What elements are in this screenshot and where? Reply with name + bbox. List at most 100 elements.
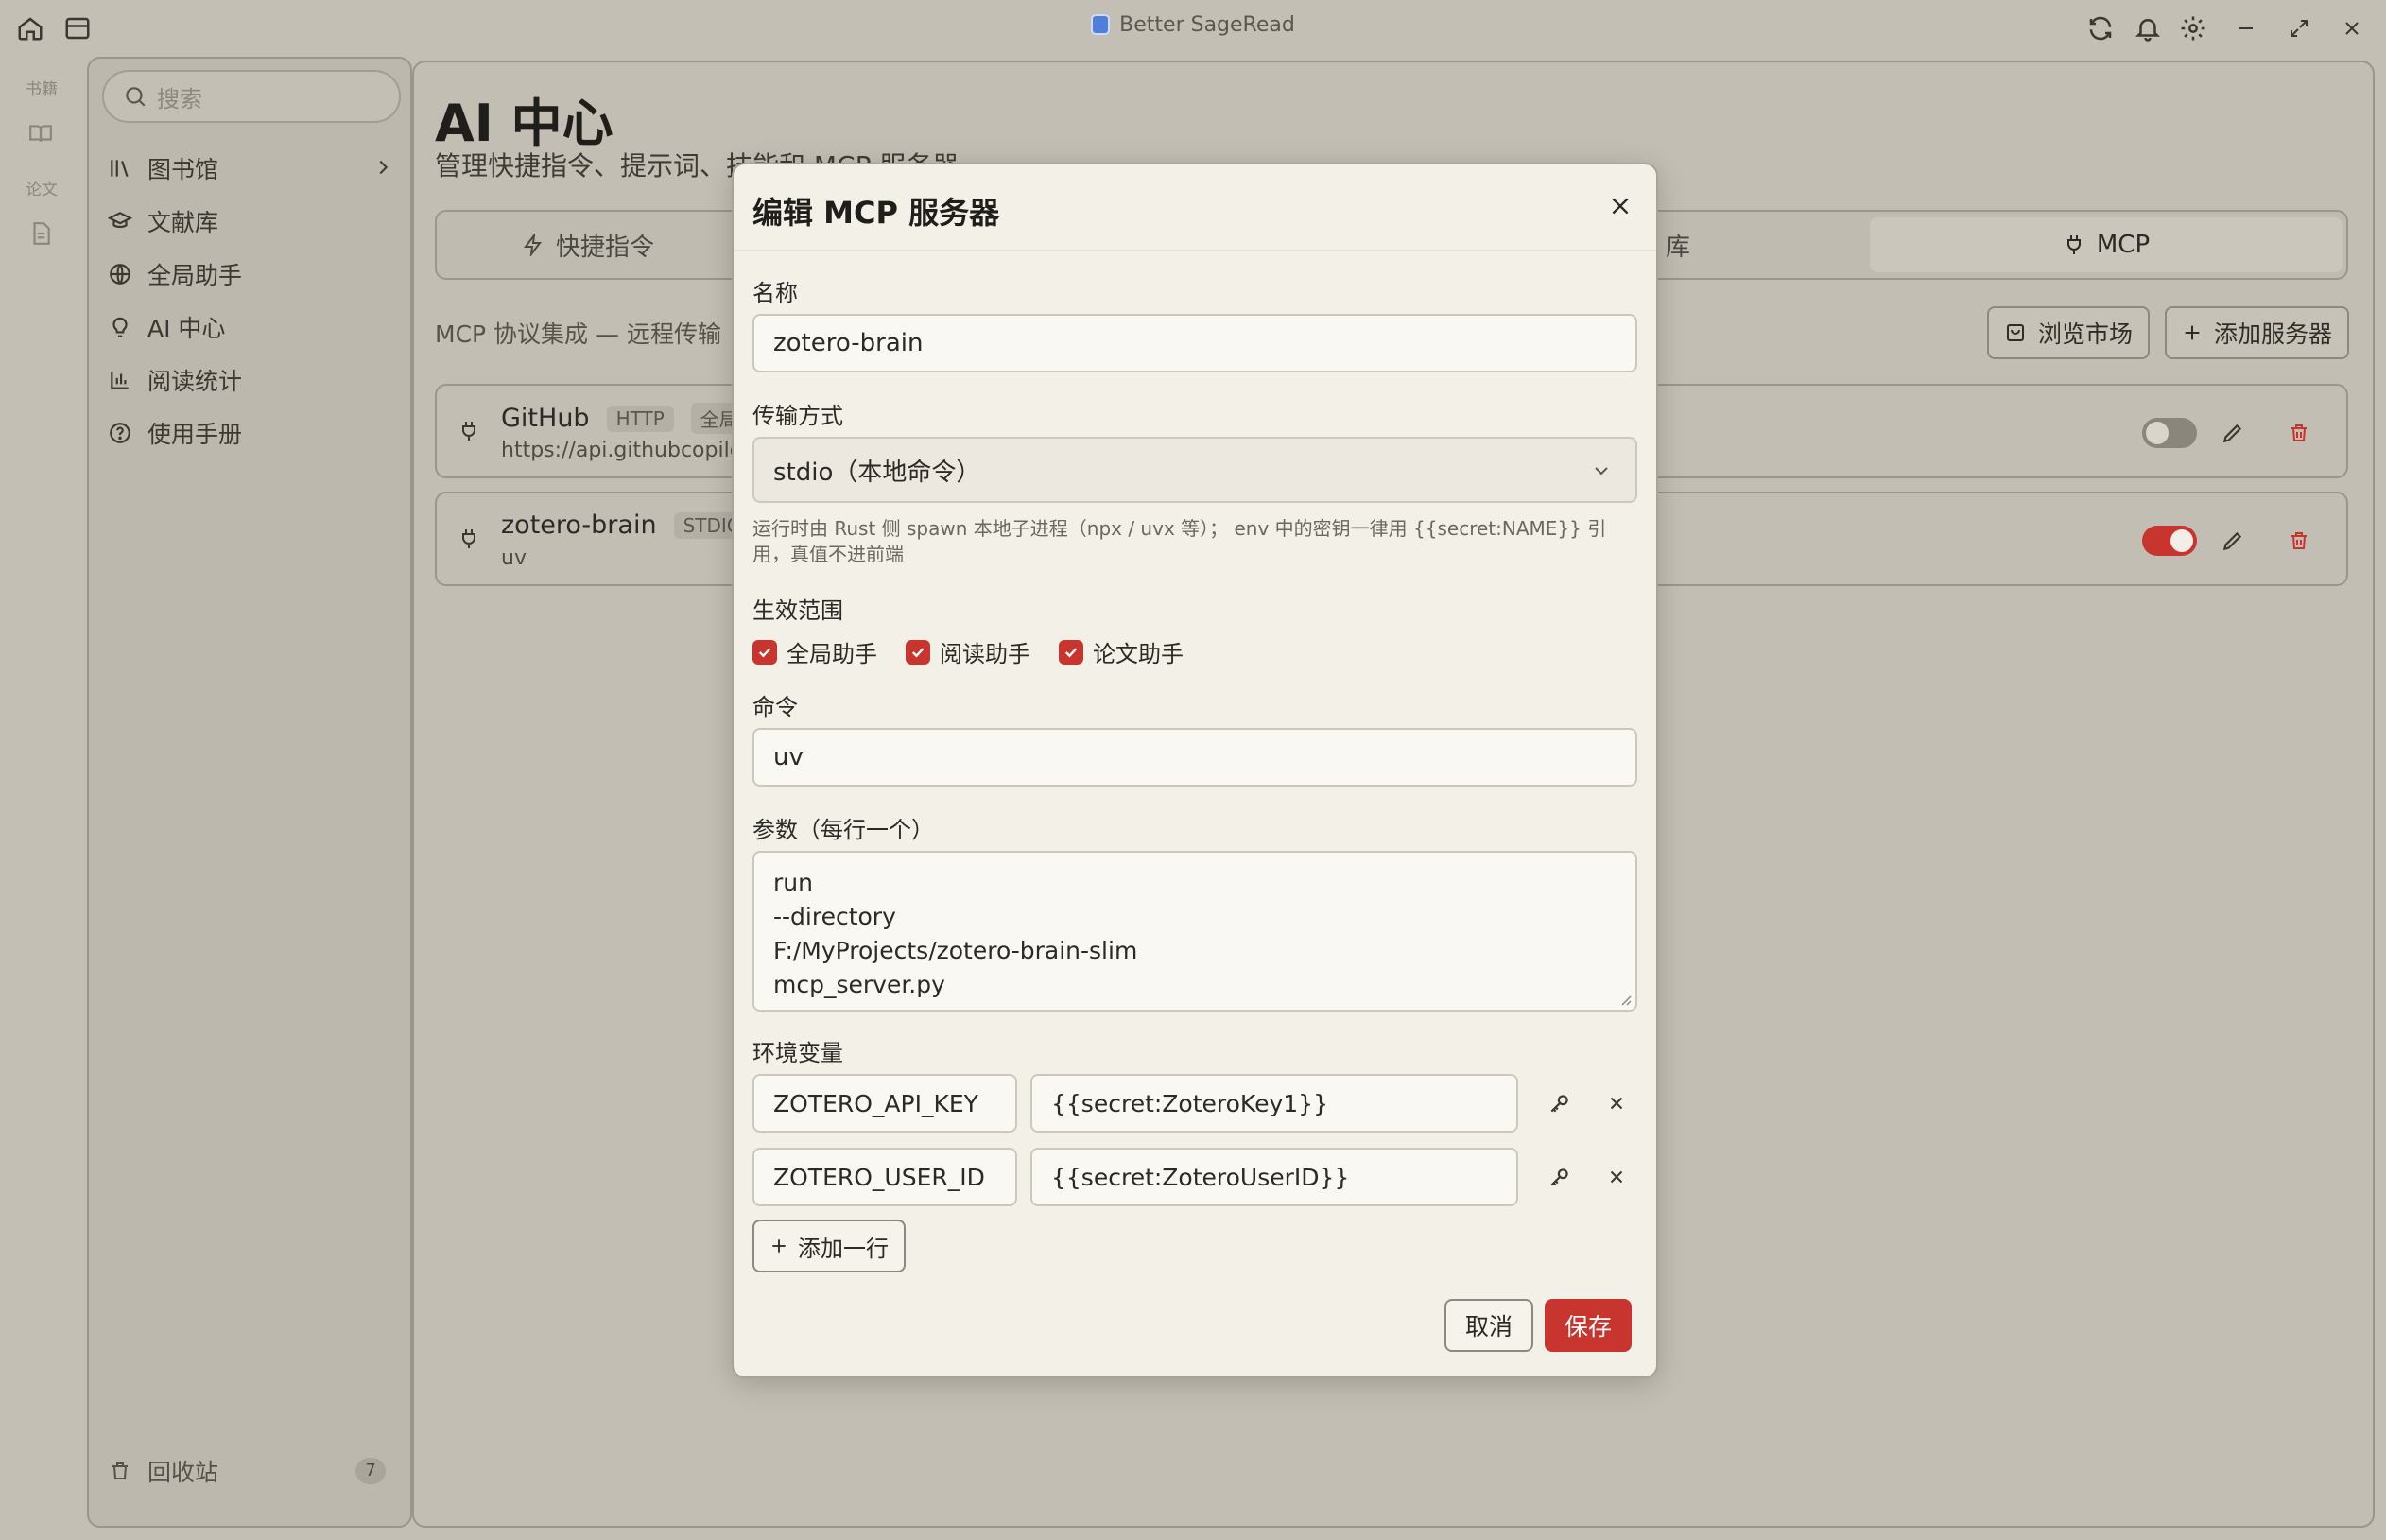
app-logo-icon (1091, 14, 1111, 35)
server-enable-toggle[interactable] (2142, 526, 2197, 556)
checkbox-checked-icon (906, 639, 930, 665)
trash-icon (106, 1457, 134, 1485)
plus-icon (772, 1239, 786, 1253)
sidebar-item-label: 阅读统计 (147, 368, 243, 395)
checkbox-label: 阅读助手 (940, 641, 1030, 667)
tab-label: 快捷指令 (555, 233, 654, 262)
server-url: https://api.githubcopilot (501, 439, 751, 462)
plug-icon (458, 418, 480, 444)
lightbulb-icon (106, 313, 134, 341)
browse-market-button[interactable]: 浏览市场 (1987, 306, 2151, 359)
env-value-text: {{secret:ZoteroKey1}} (1051, 1089, 1328, 1117)
section-label: MCP 协议集成 — 远程传输 (435, 320, 721, 348)
plug-icon (458, 526, 480, 552)
search-input[interactable]: 搜索 (102, 70, 401, 123)
scope-checkbox-group: 全局助手 阅读助手 论文助手 (752, 635, 1184, 668)
server-enable-toggle[interactable] (2142, 418, 2197, 448)
app-title: Better SageRead (0, 13, 2386, 37)
search-icon (126, 87, 146, 107)
settings-gear-icon[interactable] (2176, 11, 2210, 45)
chevron-right-icon (372, 157, 393, 178)
app-title-text: Better SageRead (1119, 13, 1295, 37)
bell-icon[interactable] (2131, 11, 2165, 45)
env-label: 环境变量 (752, 1040, 843, 1066)
rail-label-books: 书籍 (26, 80, 58, 99)
server-name-row: zotero-brain STDIO (501, 510, 752, 540)
transport-select[interactable]: stdio（本地命令） (752, 437, 1637, 503)
trash-count-badge: 7 (355, 1458, 386, 1484)
env-key-field[interactable]: ZOTERO_API_KEY (752, 1074, 1017, 1133)
add-server-button[interactable]: 添加服务器 (2165, 306, 2350, 359)
scope-checkbox-global[interactable]: 全局助手 (752, 635, 877, 668)
server-name-row: GitHub HTTP 全局 (501, 403, 748, 434)
save-button[interactable]: 保存 (1545, 1299, 1632, 1352)
env-key-field[interactable]: ZOTERO_USER_ID (752, 1148, 1017, 1206)
delete-trash-icon[interactable] (2282, 524, 2316, 558)
sync-icon[interactable] (2083, 11, 2118, 45)
command-field[interactable]: uv (752, 728, 1637, 787)
scope-checkbox-paper[interactable]: 论文助手 (1059, 635, 1184, 668)
delete-trash-icon[interactable] (2282, 416, 2316, 450)
sidebar: 搜索 图书馆 文献库 全局助手 AI 中心 阅读统计 使用手册 回收站 7 (87, 57, 412, 1528)
remove-row-icon[interactable] (1599, 1160, 1634, 1194)
sidebar-item-label: 使用手册 (147, 421, 243, 448)
transport-hint: 运行时由 Rust 侧 spawn 本地子进程（npx / uvx 等）； en… (752, 517, 1607, 565)
arg-line: F:/MyProjects/zotero-brain-slim (773, 937, 1138, 964)
add-row-button[interactable]: 添加一行 (752, 1220, 906, 1272)
name-label: 名称 (752, 280, 798, 306)
arg-line: run (773, 869, 813, 896)
checkbox-checked-icon (1059, 639, 1083, 665)
maximize-icon[interactable] (2282, 11, 2316, 45)
args-textarea[interactable]: run --directory F:/MyProjects/zotero-bra… (752, 851, 1637, 1012)
globe-icon (106, 260, 134, 288)
command-label: 命令 (752, 694, 798, 720)
trash-label: 回收站 (147, 1459, 219, 1486)
bar-chart-icon (106, 366, 134, 394)
scope-label: 生效范围 (752, 597, 843, 624)
document-icon[interactable] (26, 219, 55, 248)
tab-shortcuts[interactable]: 快捷指令 (437, 217, 739, 272)
help-circle-icon (106, 419, 134, 447)
library-icon (106, 154, 134, 182)
resize-handle-icon[interactable] (1618, 993, 1632, 1006)
graduation-cap-icon (106, 207, 134, 235)
transport-label: 传输方式 (752, 403, 843, 429)
add-row-label: 添加一行 (798, 1235, 889, 1262)
sidebar-item-ai-center[interactable]: AI 中心 (106, 304, 401, 350)
env-value-field[interactable]: {{secret:ZoteroKey1}} (1030, 1074, 1518, 1133)
sidebar-item-manual[interactable]: 使用手册 (106, 410, 401, 456)
book-open-icon[interactable] (26, 119, 55, 147)
key-icon[interactable] (1543, 1160, 1577, 1194)
edit-pencil-icon[interactable] (2216, 416, 2250, 450)
args-label: 参数（每行一个） (752, 817, 934, 843)
transport-value: stdio（本地命令） (773, 458, 981, 487)
tab-library[interactable]: 库 (1666, 217, 1690, 272)
cancel-button[interactable]: 取消 (1444, 1299, 1533, 1352)
checkbox-label: 全局助手 (787, 641, 877, 667)
add-server-label: 添加服务器 (2214, 320, 2333, 348)
rail-label-papers: 论文 (26, 181, 58, 199)
close-icon[interactable] (1603, 189, 1637, 223)
key-icon[interactable] (1543, 1086, 1577, 1120)
sidebar-item-papers[interactable]: 文献库 (106, 199, 401, 244)
plus-icon (2185, 325, 2200, 340)
sidebar-item-library[interactable]: 图书馆 (106, 146, 401, 191)
edit-mcp-server-dialog: 编辑 MCP 服务器 名称 zotero-brain 传输方式 stdio（本地… (732, 163, 1658, 1378)
search-placeholder: 搜索 (157, 85, 202, 112)
arg-line: --directory (773, 903, 896, 930)
env-value-field[interactable]: {{secret:ZoteroUserID}} (1030, 1148, 1518, 1206)
minimize-icon[interactable] (2229, 11, 2263, 45)
env-value-text: {{secret:ZoteroUserID}} (1051, 1163, 1350, 1191)
remove-row-icon[interactable] (1599, 1086, 1634, 1120)
env-key-value: ZOTERO_USER_ID (773, 1163, 985, 1191)
tab-mcp[interactable]: MCP (1870, 217, 2343, 272)
sidebar-item-reading-stats[interactable]: 阅读统计 (106, 357, 401, 403)
sidebar-item-global-assistant[interactable]: 全局助手 (106, 251, 401, 297)
store-icon (2007, 324, 2024, 341)
edit-pencil-icon[interactable] (2216, 524, 2250, 558)
scope-checkbox-reading[interactable]: 阅读助手 (906, 635, 1030, 668)
toggle-knob (2146, 422, 2169, 444)
name-field[interactable]: zotero-brain (752, 314, 1637, 372)
sidebar-item-trash[interactable]: 回收站 7 (106, 1448, 401, 1494)
close-window-icon[interactable] (2335, 11, 2369, 45)
